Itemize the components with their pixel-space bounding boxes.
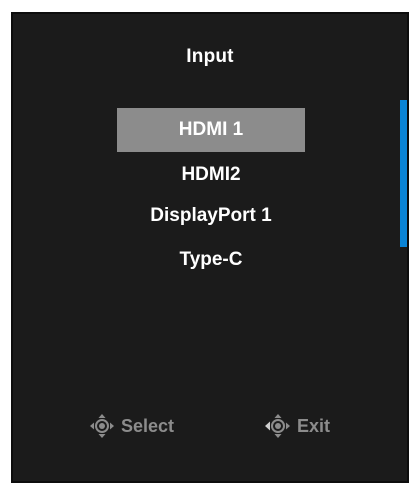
joystick-press-icon (90, 414, 114, 438)
page-title: Input (186, 46, 234, 67)
scrollbar[interactable] (400, 100, 407, 247)
option-displayport-1[interactable]: DisplayPort 1 (117, 194, 305, 238)
exit-hint: Exit (265, 411, 330, 441)
exit-label: Exit (297, 415, 331, 436)
osd-panel: Input HDMI 1 HDMI2 DisplayPort 1 Type-C … (11, 12, 409, 483)
option-hdmi-2[interactable]: HDMI2 (117, 153, 305, 197)
option-type-c[interactable]: Type-C (117, 238, 305, 282)
select-hint: Select (89, 411, 174, 441)
select-label: Select (121, 415, 175, 436)
joystick-left-icon (265, 414, 290, 438)
option-hdmi-1[interactable]: HDMI 1 (117, 108, 305, 152)
